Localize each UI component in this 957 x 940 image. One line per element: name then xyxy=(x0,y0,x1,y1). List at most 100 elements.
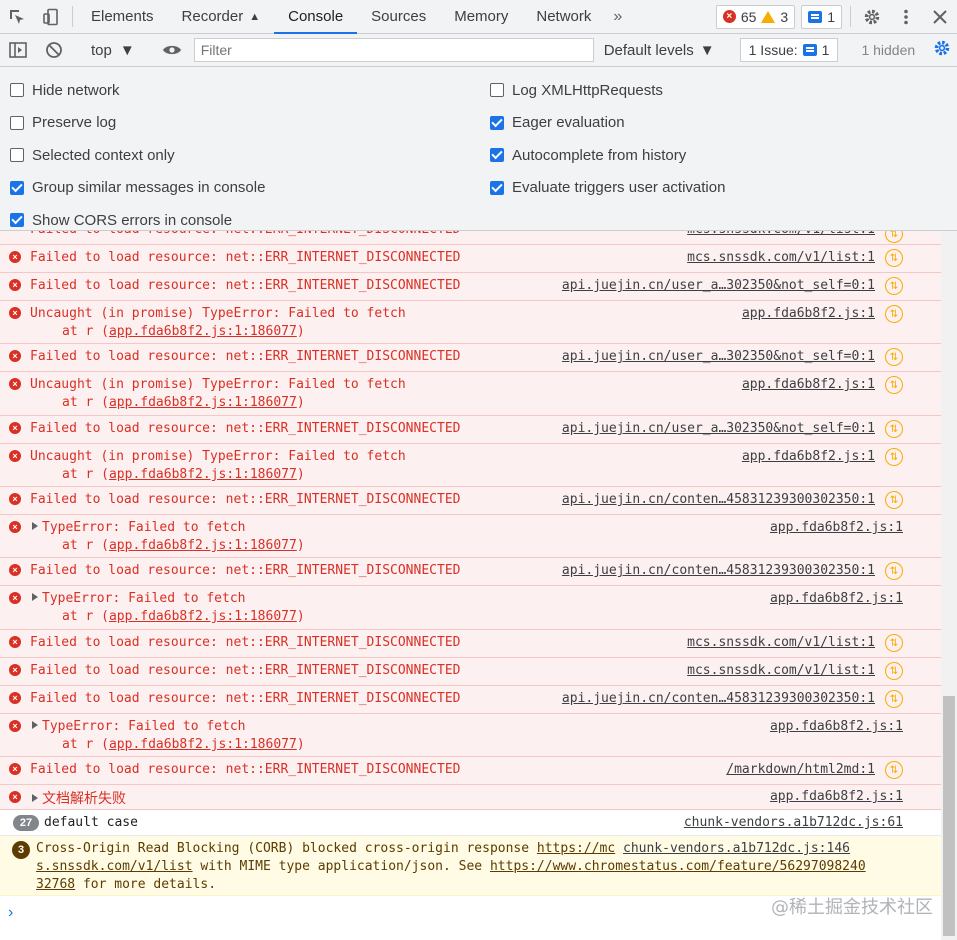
source-link[interactable]: api.juejin.cn/conten…45831239300302350:1 xyxy=(562,492,875,507)
network-request-icon[interactable]: ⇅ xyxy=(885,448,903,466)
console-error-row[interactable]: × TypeError: Failed to fetch at r (app.f… xyxy=(0,515,941,558)
log-levels-dropdown[interactable]: Default levels ▼ xyxy=(604,42,715,59)
setting-preserve-log[interactable]: Preserve log xyxy=(10,107,265,140)
message-counter[interactable]: 1 xyxy=(801,4,842,29)
network-request-icon[interactable]: ⇅ xyxy=(885,348,903,366)
stack-link[interactable]: app.fda6b8f2.js:1:186077 xyxy=(109,467,297,482)
close-icon[interactable] xyxy=(923,0,957,33)
source-link[interactable]: app.fda6b8f2.js:1 xyxy=(770,591,903,606)
setting-group-similar[interactable]: Group similar messages in console xyxy=(10,172,265,205)
warning-link[interactable]: s.snssdk.com/v1/list xyxy=(36,859,193,874)
stack-link[interactable]: app.fda6b8f2.js:1:186077 xyxy=(109,395,297,410)
source-link[interactable]: app.fda6b8f2.js:1 xyxy=(770,520,903,535)
network-request-icon[interactable]: ⇅ xyxy=(885,562,903,580)
console-error-row[interactable]: × Failed to load resource: net::ERR_INTE… xyxy=(0,658,941,686)
more-options-icon[interactable] xyxy=(889,0,923,33)
network-request-icon[interactable]: ⇅ xyxy=(885,231,903,243)
source-link[interactable]: api.juejin.cn/conten…45831239300302350:1 xyxy=(562,691,875,706)
source-link[interactable]: mcs.snssdk.com/v1/list:1 xyxy=(687,231,875,237)
console-log-row[interactable]: 27 default case chunk-vendors.a1b712dc.j… xyxy=(0,810,941,836)
network-request-icon[interactable]: ⇅ xyxy=(885,634,903,652)
console-error-row[interactable]: × Failed to load resource: net::ERR_INTE… xyxy=(0,245,941,273)
console-error-row[interactable]: × Uncaught (in promise) TypeError: Faile… xyxy=(0,372,941,416)
network-request-icon[interactable]: ⇅ xyxy=(885,491,903,509)
more-tabs-icon[interactable]: » xyxy=(605,0,630,33)
warning-link[interactable]: https://mc xyxy=(537,841,615,856)
stack-link[interactable]: app.fda6b8f2.js:1:186077 xyxy=(109,538,297,553)
network-request-icon[interactable]: ⇅ xyxy=(885,277,903,295)
tab-console[interactable]: Console xyxy=(274,0,358,34)
scrollbar-thumb[interactable] xyxy=(943,696,955,936)
source-link[interactable]: app.fda6b8f2.js:1 xyxy=(742,377,875,392)
console-error-row[interactable]: × Failed to load resource: net::ERR_INTE… xyxy=(0,630,941,658)
warning-link[interactable]: https://www.chromestatus.com/feature/562… xyxy=(490,859,866,874)
checkbox[interactable] xyxy=(10,213,24,228)
console-error-row[interactable]: × 文档解析失败 app.fda6b8f2.js:1 xyxy=(0,785,941,810)
tab-network[interactable]: Network xyxy=(522,0,605,33)
source-link[interactable]: mcs.snssdk.com/v1/list:1 xyxy=(687,250,875,265)
stack-link[interactable]: app.fda6b8f2.js:1:186077 xyxy=(109,324,297,339)
console-error-row[interactable]: Failed to load resource: net::ERR_INTERN… xyxy=(0,231,941,245)
setting-log-xhr[interactable]: Log XMLHttpRequests xyxy=(490,74,725,107)
stack-link[interactable]: app.fda6b8f2.js:1:186077 xyxy=(109,737,297,752)
setting-selected-context[interactable]: Selected context only xyxy=(10,139,265,172)
source-link[interactable]: app.fda6b8f2.js:1 xyxy=(770,789,903,804)
network-request-icon[interactable]: ⇅ xyxy=(885,662,903,680)
console-warning-row[interactable]: 3 Cross-Origin Read Blocking (CORB) bloc… xyxy=(0,836,941,896)
checkbox[interactable] xyxy=(10,148,24,163)
console-error-row[interactable]: × Failed to load resource: net::ERR_INTE… xyxy=(0,487,941,515)
live-expression-eye-icon[interactable] xyxy=(154,34,190,66)
setting-user-activation[interactable]: Evaluate triggers user activation xyxy=(490,172,725,205)
checkbox[interactable] xyxy=(10,83,24,98)
console-error-row[interactable]: × Failed to load resource: net::ERR_INTE… xyxy=(0,558,941,586)
console-settings-gear-icon[interactable] xyxy=(933,39,951,62)
network-request-icon[interactable]: ⇅ xyxy=(885,420,903,438)
console-error-row[interactable]: × TypeError: Failed to fetch at r (app.f… xyxy=(0,586,941,630)
source-link[interactable]: app.fda6b8f2.js:1 xyxy=(742,449,875,464)
expand-triangle-icon[interactable] xyxy=(32,522,38,530)
console-error-row[interactable]: × Failed to load resource: net::ERR_INTE… xyxy=(0,416,941,444)
console-error-row[interactable]: × Failed to load resource: net::ERR_INTE… xyxy=(0,344,941,372)
source-link[interactable]: chunk-vendors.a1b712dc.js:146 xyxy=(623,841,850,856)
setting-autocomplete[interactable]: Autocomplete from history xyxy=(490,139,725,172)
source-link[interactable]: app.fda6b8f2.js:1 xyxy=(742,306,875,321)
checkbox[interactable] xyxy=(10,115,24,130)
device-toolbar-icon[interactable] xyxy=(34,0,68,33)
error-warning-counter[interactable]: × 65 3 xyxy=(715,4,796,29)
setting-hide-network[interactable]: Hide network xyxy=(10,74,265,107)
tab-elements[interactable]: Elements xyxy=(77,0,168,33)
console-error-row[interactable]: × Failed to load resource: net::ERR_INTE… xyxy=(0,686,941,714)
tab-sources[interactable]: Sources xyxy=(357,0,440,33)
console-error-row[interactable]: × Failed to load resource: net::ERR_INTE… xyxy=(0,273,941,301)
expand-triangle-icon[interactable] xyxy=(32,794,38,802)
checkbox[interactable] xyxy=(10,180,24,195)
source-link[interactable]: app.fda6b8f2.js:1 xyxy=(770,719,903,734)
tab-recorder[interactable]: Recorder ▲ xyxy=(168,0,275,33)
source-link[interactable]: mcs.snssdk.com/v1/list:1 xyxy=(687,663,875,678)
console-scrollbar[interactable] xyxy=(941,231,957,940)
source-link[interactable]: /markdown/html2md:1 xyxy=(726,762,875,777)
source-link[interactable]: chunk-vendors.a1b712dc.js:61 xyxy=(684,815,903,830)
expand-triangle-icon[interactable] xyxy=(32,593,38,601)
source-link[interactable]: api.juejin.cn/user_a…302350&not_self=0:1 xyxy=(562,421,875,436)
stack-link[interactable]: app.fda6b8f2.js:1:186077 xyxy=(109,609,297,624)
console-prompt-icon[interactable]: › xyxy=(8,904,13,922)
setting-eager-eval[interactable]: Eager evaluation xyxy=(490,107,725,140)
network-request-icon[interactable]: ⇅ xyxy=(885,761,903,779)
network-request-icon[interactable]: ⇅ xyxy=(885,305,903,323)
expand-triangle-icon[interactable] xyxy=(32,721,38,729)
inspect-element-icon[interactable] xyxy=(0,0,34,33)
checkbox[interactable] xyxy=(490,83,504,98)
context-selector[interactable]: top ▼ xyxy=(81,42,145,59)
console-error-row[interactable]: × Failed to load resource: net::ERR_INTE… xyxy=(0,757,941,785)
source-link[interactable]: api.juejin.cn/user_a…302350&not_self=0:1 xyxy=(562,278,875,293)
network-request-icon[interactable]: ⇅ xyxy=(885,690,903,708)
console-error-row[interactable]: × Uncaught (in promise) TypeError: Faile… xyxy=(0,444,941,487)
network-request-icon[interactable]: ⇅ xyxy=(885,376,903,394)
source-link[interactable]: api.juejin.cn/conten…45831239300302350:1 xyxy=(562,563,875,578)
network-request-icon[interactable]: ⇅ xyxy=(885,249,903,267)
checkbox[interactable] xyxy=(490,148,504,163)
settings-gear-icon[interactable] xyxy=(855,0,889,33)
console-error-row[interactable]: × Uncaught (in promise) TypeError: Faile… xyxy=(0,301,941,344)
checkbox[interactable] xyxy=(490,180,504,195)
